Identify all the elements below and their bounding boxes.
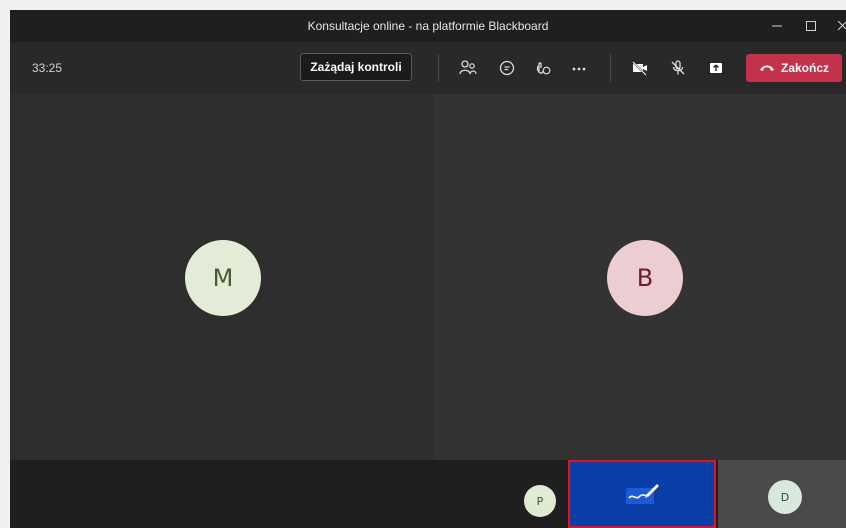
whiteboard-icon	[626, 484, 659, 504]
camera-toggle-button[interactable]	[628, 56, 652, 80]
participants-button[interactable]	[456, 56, 480, 80]
avatar: M	[185, 240, 261, 316]
toolbar-divider	[438, 54, 439, 82]
whiteboard-thumbnail[interactable]	[568, 460, 716, 528]
participant-thumbnail-d[interactable]: D	[718, 460, 846, 528]
mic-toggle-button[interactable]	[666, 56, 690, 80]
teams-meeting-window: Konsultacje online - na platformie Black…	[10, 10, 846, 528]
more-options-button[interactable]	[567, 56, 591, 80]
phone-hangup-icon	[759, 65, 774, 71]
more-icon	[572, 67, 586, 71]
end-call-button[interactable]: Zakończ	[746, 54, 842, 82]
close-button[interactable]	[828, 10, 846, 42]
title-bar: Konsultacje online - na platformie Black…	[10, 10, 846, 42]
share-icon	[710, 63, 722, 73]
maximize-button[interactable]	[796, 10, 826, 42]
call-timer: 33:25	[32, 61, 63, 75]
camera-off-icon	[632, 61, 647, 76]
reactions-button[interactable]	[531, 56, 555, 80]
end-call-label: Zakończ	[780, 61, 829, 75]
chat-icon	[499, 60, 515, 76]
minimize-icon	[772, 25, 782, 27]
participant-strip: P D	[10, 460, 846, 528]
video-stage: M B	[10, 94, 846, 460]
toolbar-divider	[610, 54, 611, 82]
mic-off-icon	[671, 60, 685, 75]
chat-button[interactable]	[495, 56, 519, 80]
request-control-button[interactable]: Zażądaj kontroli	[300, 53, 412, 81]
participant-tile-b[interactable]: B	[434, 94, 846, 460]
people-icon	[459, 60, 477, 75]
reactions-icon	[536, 62, 551, 75]
avatar-d: D	[768, 480, 802, 514]
close-icon	[837, 20, 846, 31]
share-screen-button[interactable]	[704, 56, 728, 80]
participant-tile-m[interactable]: M	[10, 94, 434, 460]
avatar-p[interactable]: P	[524, 485, 556, 517]
maximize-icon	[806, 21, 816, 31]
meeting-toolbar: 33:25 Zażądaj kontroli Zakończ	[10, 42, 846, 94]
minimize-button[interactable]	[762, 10, 792, 42]
avatar: B	[607, 240, 683, 316]
window-title: Konsultacje online - na platformie Black…	[307, 19, 549, 33]
